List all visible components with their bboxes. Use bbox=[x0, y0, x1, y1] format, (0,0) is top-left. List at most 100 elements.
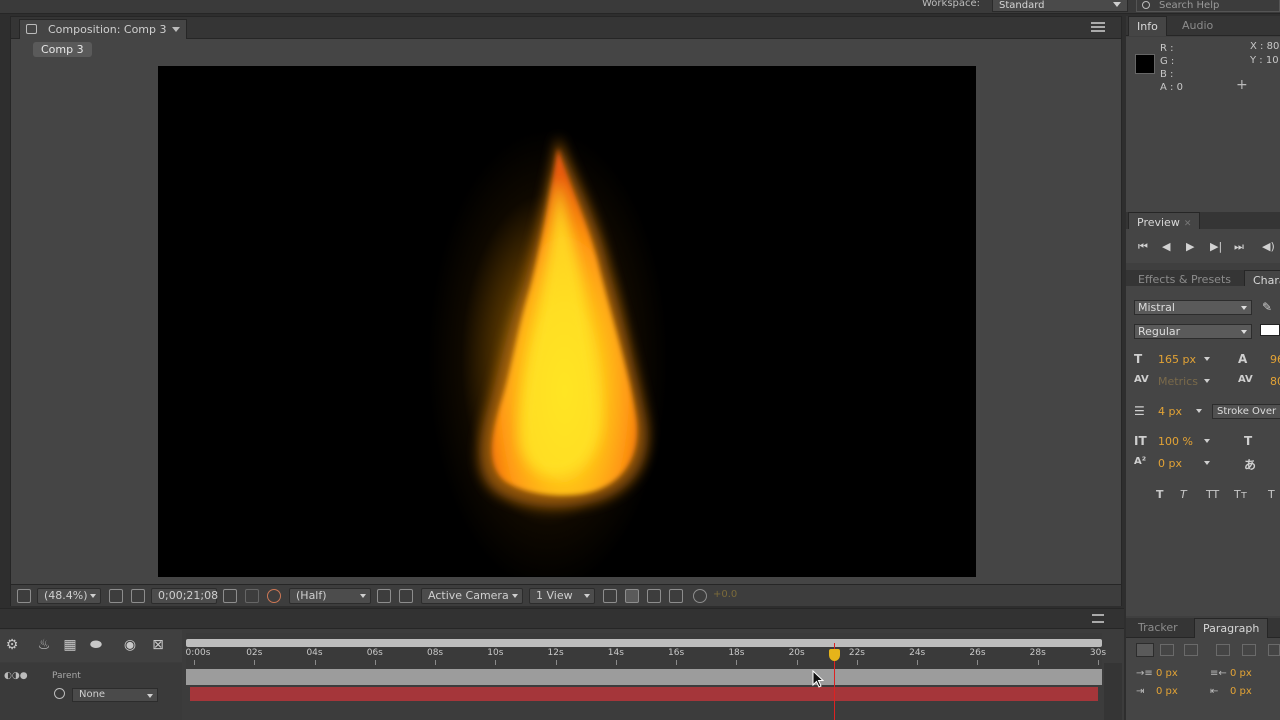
region-of-interest-icon[interactable] bbox=[377, 589, 391, 603]
chevron-down-icon[interactable] bbox=[172, 27, 180, 32]
graph-editor-icon[interactable]: ⊠ bbox=[150, 637, 166, 653]
next-frame-icon[interactable]: ▶| bbox=[1210, 240, 1222, 253]
application-top-bar: Workspace: Standard Search Help bbox=[0, 0, 1280, 14]
tab-info[interactable]: Info bbox=[1128, 16, 1167, 36]
audio-icon[interactable]: ◀) bbox=[1262, 240, 1275, 253]
draft-3d-icon[interactable]: ♨ bbox=[36, 637, 52, 653]
chevron-down-icon[interactable] bbox=[1204, 461, 1210, 465]
panel-menu-icon[interactable] bbox=[1091, 22, 1105, 32]
stroke-mode-dropdown[interactable]: Stroke Over bbox=[1212, 404, 1280, 419]
superscript-button[interactable]: T bbox=[1268, 488, 1275, 501]
parent-dropdown[interactable]: None bbox=[72, 688, 158, 702]
composition-mini-flowchart-icon[interactable]: ⚙ bbox=[4, 637, 20, 653]
layer-duration-bar[interactable] bbox=[190, 687, 1098, 701]
work-area-bar[interactable] bbox=[186, 639, 1102, 647]
time-ruler[interactable]: 0:00s 02s 04s 06s 08s 10s 12s 14s 16s 18s 20s 22s 24… bbox=[186, 633, 1106, 669]
first-frame-icon[interactable]: ⏮ bbox=[1138, 240, 1148, 254]
close-icon[interactable]: ✕ bbox=[1184, 219, 1192, 229]
reset-exposure-icon[interactable] bbox=[693, 589, 707, 603]
chevron-down-icon[interactable] bbox=[1204, 357, 1210, 361]
leading-value[interactable]: 96 bbox=[1270, 353, 1280, 366]
ruler-tick bbox=[615, 660, 617, 665]
justify-all-button[interactable] bbox=[1268, 644, 1280, 656]
indent-right-icon: ≡← bbox=[1210, 668, 1227, 679]
toggle-pixel-aspect-icon[interactable] bbox=[603, 589, 617, 603]
all-caps-button[interactable]: TT bbox=[1206, 488, 1219, 501]
timeline-icon[interactable] bbox=[647, 589, 661, 603]
panel-menu-icon[interactable] bbox=[1092, 614, 1104, 623]
kerning-value[interactable]: Metrics bbox=[1158, 375, 1198, 388]
chevron-down-icon[interactable] bbox=[1204, 379, 1210, 383]
tab-tracker[interactable]: Tracker bbox=[1130, 618, 1186, 638]
zoom-dropdown[interactable]: (48.4%) bbox=[37, 588, 101, 604]
tracking-value[interactable]: 80 bbox=[1270, 375, 1280, 388]
previous-frame-icon[interactable]: ◀ bbox=[1162, 240, 1170, 253]
justify-left-button[interactable] bbox=[1216, 644, 1230, 656]
ruler-label: 08s bbox=[426, 648, 444, 658]
color-channel-icon[interactable] bbox=[267, 589, 281, 603]
align-center-button[interactable] bbox=[1160, 644, 1174, 656]
snapshot-icon[interactable] bbox=[223, 589, 237, 603]
flame-image bbox=[479, 136, 649, 508]
paragraph-panel: →≡ 0 px ≡← 0 px ⇥ 0 px ⇤ 0 px bbox=[1126, 638, 1280, 720]
indent-left-icon: →≡ bbox=[1136, 668, 1153, 679]
lock-icon[interactable] bbox=[26, 24, 37, 34]
align-left-button[interactable] bbox=[1136, 643, 1154, 657]
composition-viewer[interactable] bbox=[158, 66, 976, 577]
timeline-vertical-scrollbar[interactable] bbox=[1104, 663, 1122, 720]
transparency-grid-icon[interactable] bbox=[399, 589, 413, 603]
mask-visibility-icon[interactable] bbox=[131, 589, 145, 603]
indent-left-value[interactable]: 0 px bbox=[1156, 668, 1178, 679]
font-size-value[interactable]: 165 px bbox=[1158, 353, 1196, 366]
breadcrumb[interactable]: Comp 3 bbox=[33, 42, 92, 57]
faux-bold-button[interactable]: T bbox=[1156, 488, 1164, 501]
stroke-width-value[interactable]: 4 px bbox=[1158, 405, 1182, 418]
visibility-icon[interactable]: ◐◑● bbox=[4, 671, 28, 681]
ruler-label: 24s bbox=[909, 648, 926, 658]
info-blue: B : bbox=[1160, 69, 1174, 80]
motion-blur-icon[interactable]: ◉ bbox=[122, 637, 138, 653]
chevron-down-icon bbox=[147, 694, 153, 698]
chevron-down-icon[interactable] bbox=[1204, 439, 1210, 443]
play-icon[interactable]: ▶ bbox=[1186, 240, 1194, 253]
tab-audio[interactable]: Audio bbox=[1174, 16, 1221, 36]
resolution-dropdown[interactable]: (Half) bbox=[289, 588, 371, 604]
fill-color-swatch[interactable] bbox=[1260, 324, 1280, 336]
search-icon bbox=[1142, 1, 1150, 9]
last-frame-icon[interactable]: ⏭ bbox=[1234, 240, 1244, 254]
chevron-down-icon bbox=[584, 594, 590, 598]
ruler-tick bbox=[736, 660, 738, 665]
flowchart-icon[interactable] bbox=[669, 589, 683, 603]
ruler-tick bbox=[254, 660, 256, 665]
font-family-dropdown[interactable]: Mistral bbox=[1134, 300, 1252, 315]
workspace-dropdown[interactable]: Standard bbox=[992, 0, 1128, 12]
baseline-shift-value[interactable]: 0 px bbox=[1158, 457, 1182, 470]
exposure-value[interactable]: +0.0 bbox=[713, 589, 737, 600]
tab-paragraph[interactable]: Paragraph bbox=[1194, 618, 1269, 638]
space-before-value[interactable]: 0 px bbox=[1156, 686, 1178, 697]
frame-blending-icon[interactable]: ⬬ bbox=[88, 637, 104, 653]
chevron-down-icon[interactable] bbox=[1196, 409, 1202, 413]
align-right-button[interactable] bbox=[1184, 644, 1198, 656]
camera-dropdown[interactable]: Active Camera bbox=[421, 588, 523, 604]
indent-right-value[interactable]: 0 px bbox=[1230, 668, 1252, 679]
magnification-menu-icon[interactable] bbox=[17, 589, 31, 603]
small-caps-button[interactable]: Tт bbox=[1234, 488, 1247, 501]
tab-composition[interactable]: Composition: Comp 3 bbox=[19, 19, 187, 39]
search-help-input[interactable]: Search Help bbox=[1136, 0, 1280, 12]
timeline-panel: ⚙ ♨ ▦ ⬬ ◉ ⊠ ◐◑● Parent None 0:00s 02s 04s 0… bbox=[0, 608, 1124, 720]
faux-italic-button[interactable]: T bbox=[1180, 488, 1187, 501]
show-snapshot-icon[interactable] bbox=[245, 589, 259, 603]
current-time-indicator[interactable] bbox=[829, 649, 841, 661]
pick-whip-icon[interactable] bbox=[54, 688, 65, 699]
space-after-value[interactable]: 0 px bbox=[1230, 686, 1252, 697]
current-time-field[interactable]: 0;00;21;08 bbox=[151, 588, 218, 604]
fast-previews-icon[interactable] bbox=[625, 589, 639, 603]
grid-guide-icon[interactable] bbox=[109, 589, 123, 603]
font-style-dropdown[interactable]: Regular bbox=[1134, 324, 1252, 339]
justify-center-button[interactable] bbox=[1242, 644, 1256, 656]
vertical-scale-value[interactable]: 100 % bbox=[1158, 435, 1193, 448]
view-layout-dropdown[interactable]: 1 View bbox=[529, 588, 595, 604]
hide-shy-layers-icon[interactable]: ▦ bbox=[62, 637, 78, 653]
eyedropper-icon[interactable]: ✎ bbox=[1262, 300, 1272, 314]
